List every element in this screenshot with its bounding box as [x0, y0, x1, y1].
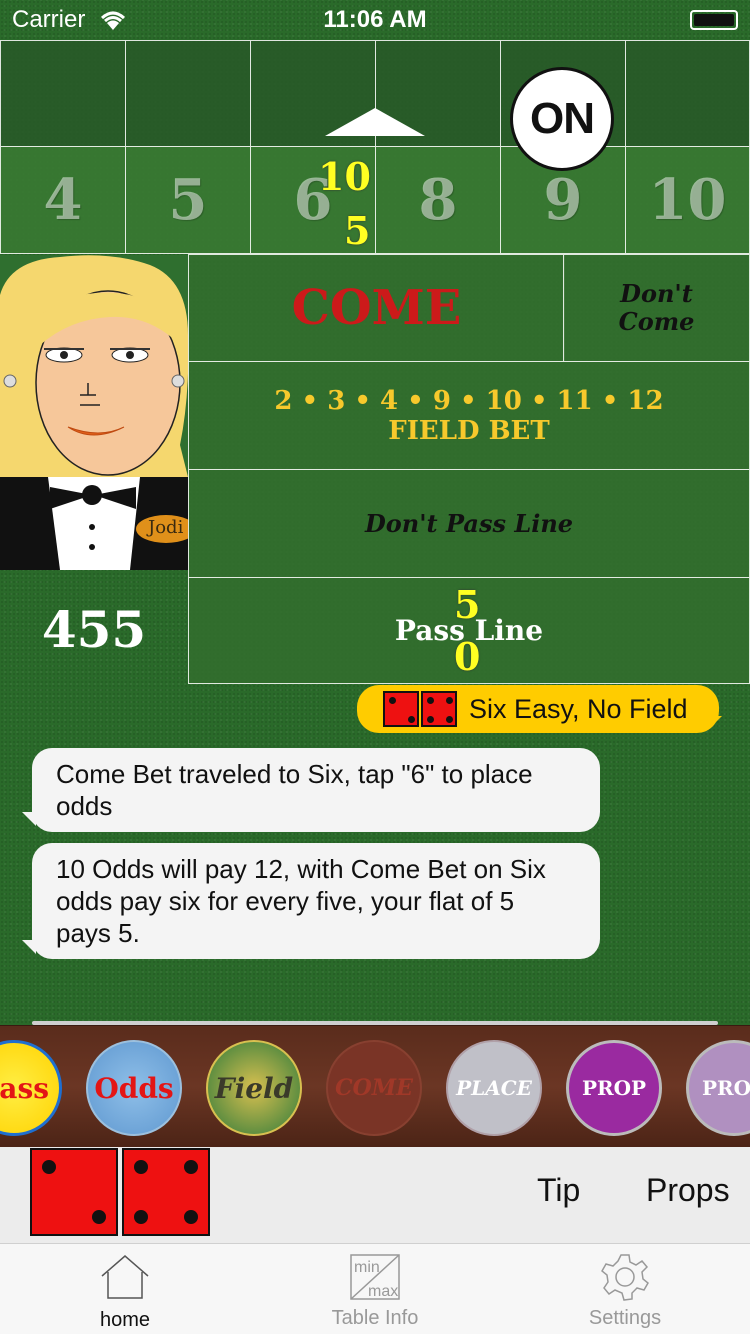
come-label: COME	[291, 280, 462, 336]
pass-line-chip-bottom: 0	[454, 634, 481, 679]
field-bet-button[interactable]: Field	[206, 1040, 302, 1136]
dealer-name-tag: Jodi	[148, 517, 184, 538]
buy-box-5[interactable]	[125, 40, 251, 147]
place-bet-label: PLACE	[456, 1076, 532, 1100]
props-button[interactable]: Props	[646, 1172, 730, 1209]
gear-icon	[601, 1254, 649, 1301]
place-bet-button[interactable]: PLACE	[446, 1040, 542, 1136]
point-puck: ON	[510, 67, 614, 171]
field-bet-area[interactable]: 2 • 3 • 4 • 9 • 10 • 11 • 12 FIELD BET	[188, 361, 750, 470]
die-icon	[421, 691, 457, 727]
buy-box-10[interactable]	[625, 40, 750, 147]
svg-text:max: max	[368, 1283, 398, 1300]
bubble-tail	[22, 940, 36, 954]
point-number: 10	[648, 167, 727, 233]
chat-message: 10 Odds will pay 12, with Come Bet on Si…	[32, 843, 600, 959]
come-bet-label: COME	[335, 1075, 413, 1101]
point-number: 8	[418, 167, 458, 233]
pass-line-chip-top: 5	[454, 582, 481, 627]
odds-bet-label: Odds	[94, 1071, 174, 1105]
battery-icon	[690, 10, 738, 30]
tip-button[interactable]: Tip	[537, 1172, 580, 1209]
point-number: 5	[168, 167, 208, 233]
roll-result-bubble: Six Easy, No Field	[357, 685, 719, 733]
min-max-icon: min max	[350, 1254, 400, 1300]
point-box-5[interactable]: 5	[125, 146, 251, 254]
carousel-selector-arrow	[325, 108, 425, 136]
tab-bar: home min max Table Info Settings	[0, 1243, 750, 1334]
odds-bet-button[interactable]: Odds	[86, 1040, 182, 1136]
field-bet-label: Field	[214, 1071, 294, 1105]
dont-come-bet-area[interactable]: Don't Come	[563, 254, 750, 362]
buy-box-4[interactable]	[0, 40, 126, 147]
point-box-8[interactable]: 8	[375, 146, 501, 254]
point-number: 9	[543, 167, 583, 233]
field-numbers: 2 • 3 • 4 • 9 • 10 • 11 • 12	[274, 385, 664, 416]
dont-pass-bet-area[interactable]: Don't Pass Line	[188, 469, 750, 578]
tab-home[interactable]: home	[0, 1252, 250, 1332]
tab-settings[interactable]: Settings	[500, 1252, 750, 1330]
die-icon	[383, 691, 419, 727]
bubble-tail	[22, 812, 36, 826]
roll-result-text: Six Easy, No Field	[469, 693, 688, 724]
prop-bet-label: PROP	[581, 1076, 647, 1100]
tab-label: Settings	[588, 1307, 662, 1329]
dont-pass-label: Don't Pass Line	[364, 509, 574, 538]
status-bar: Carrier 11:06 AM	[0, 0, 750, 40]
die-two[interactable]	[30, 1148, 118, 1236]
point-number: 4	[43, 167, 83, 233]
place-six-flat-chip: 5	[344, 208, 371, 253]
bet-carousel[interactable]: Pass Odds Field COME PLACE PROP PROP	[0, 1025, 750, 1147]
point-box-4[interactable]: 4	[0, 146, 126, 254]
status-time: 11:06 AM	[323, 6, 427, 33]
prop-bet-label: PROP	[701, 1076, 750, 1100]
point-box-10[interactable]: 10	[625, 146, 750, 254]
dont-come-label: Don't Come	[618, 279, 695, 336]
pass-bet-button[interactable]: Pass	[0, 1040, 62, 1136]
come-bet-button[interactable]: COME	[326, 1040, 422, 1136]
chat-message: Come Bet traveled to Six, tap "6" to pla…	[32, 748, 600, 832]
tab-label: Table Info	[331, 1307, 419, 1329]
die-four[interactable]	[122, 1148, 210, 1236]
tab-label: home	[99, 1309, 151, 1331]
pass-bet-label: Pass	[0, 1071, 49, 1105]
home-icon	[101, 1255, 149, 1299]
tab-table-info[interactable]: min max Table Info	[250, 1252, 500, 1330]
bubble-tail	[708, 716, 722, 730]
bankroll-amount: 455	[41, 600, 147, 659]
field-label: FIELD BET	[388, 415, 550, 446]
svg-text:min: min	[354, 1259, 380, 1276]
place-six-odds-chip: 10	[318, 154, 371, 199]
come-bet-area[interactable]: COME	[188, 254, 565, 362]
prop-bet-button-2[interactable]: PROP	[686, 1040, 750, 1136]
prop-bet-button[interactable]: PROP	[566, 1040, 662, 1136]
